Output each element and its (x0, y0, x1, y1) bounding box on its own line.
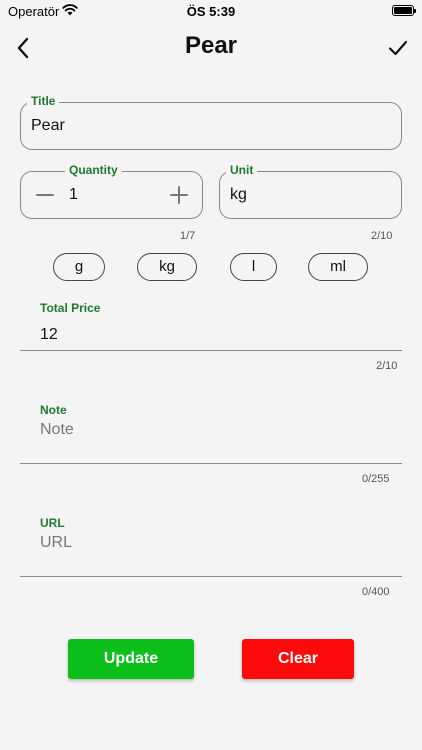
unit-field-value: kg (230, 186, 247, 203)
unit-chip-kg[interactable]: kg (137, 253, 197, 281)
note-underline (20, 463, 402, 464)
title-field-value: Pear (31, 117, 65, 134)
note-placeholder: Note (40, 421, 74, 438)
quantity-counter: 1/7 (180, 230, 196, 242)
back-button[interactable] (12, 34, 36, 62)
quantity-field-value: 1 (69, 186, 78, 203)
total-price-label: Total Price (40, 301, 101, 315)
note-counter: 0/255 (362, 473, 390, 485)
decrement-button[interactable] (35, 184, 55, 206)
note-field[interactable]: Note Note (20, 398, 402, 465)
url-placeholder: URL (40, 534, 73, 551)
unit-chip-l[interactable]: l (230, 253, 277, 281)
page-title: Pear (184, 32, 238, 59)
unit-field[interactable]: Unit kg (219, 163, 402, 219)
unit-counter: 2/10 (371, 230, 393, 242)
clear-button[interactable]: Clear (242, 639, 354, 679)
update-button[interactable]: Update (68, 639, 194, 679)
status-bar: Operatör ÖS 5:39 (0, 0, 422, 22)
url-label: URL (40, 516, 65, 530)
unit-chip-g[interactable]: g (53, 253, 105, 281)
nav-bar: Pear (0, 28, 422, 68)
total-price-counter: 2/10 (376, 360, 398, 372)
url-counter: 0/400 (362, 586, 390, 598)
total-price-field[interactable]: Total Price 12 (20, 296, 402, 352)
status-time: ÖS 5:39 (186, 4, 236, 19)
total-price-value: 12 (40, 326, 58, 343)
note-label: Note (40, 403, 67, 417)
quantity-field-label: Quantity (65, 163, 122, 177)
unit-chip-ml[interactable]: ml (308, 253, 368, 281)
url-field[interactable]: URL URL (20, 511, 402, 578)
battery-icon (392, 5, 416, 16)
save-checkmark-button[interactable] (386, 36, 410, 60)
unit-field-label: Unit (226, 163, 258, 177)
title-field[interactable]: Title Pear (20, 94, 402, 150)
title-field-label: Title (27, 94, 60, 108)
total-price-underline (20, 350, 402, 351)
quantity-field[interactable]: Quantity 1 (20, 163, 203, 219)
increment-button[interactable] (169, 184, 189, 206)
url-underline (20, 576, 402, 577)
